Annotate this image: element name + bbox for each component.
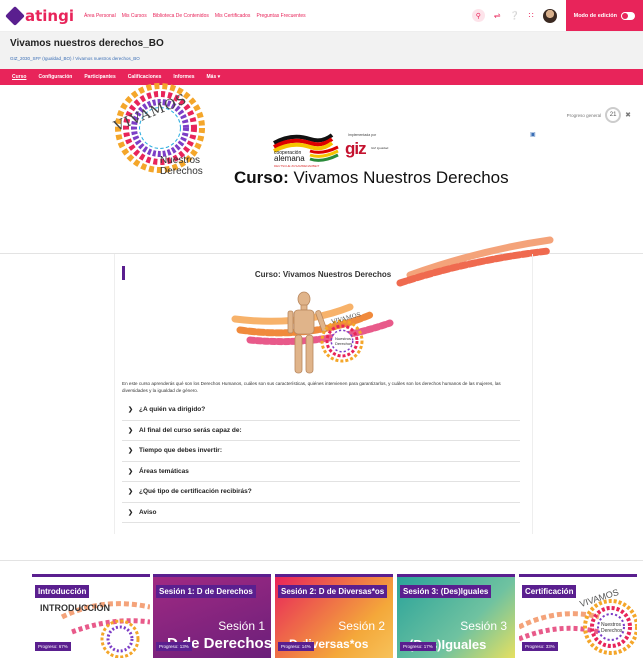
- accordion-item[interactable]: ❯ Aviso: [122, 503, 520, 523]
- card-title: Certificación: [522, 585, 577, 598]
- svg-text:Derechos: Derechos: [335, 341, 352, 346]
- chevron-right-icon: ❯: [128, 489, 134, 496]
- accordion-label: Aviso: [139, 508, 157, 516]
- card-big-text: Sesión 1: [218, 619, 265, 633]
- card-big-text: Sesión 3: [460, 619, 507, 633]
- search-icon[interactable]: ⚲: [471, 9, 485, 22]
- nuestros-derechos-text: Nuestros Derechos: [160, 155, 203, 177]
- derechos-text: Derechos: [160, 166, 203, 177]
- help-icon[interactable]: ❔: [510, 11, 520, 20]
- main-content: Curso: Vivamos Nuestros Derechos VIVAMOS…: [0, 254, 643, 534]
- course-section: Curso: Vivamos Nuestros Derechos VIVAMOS…: [114, 254, 532, 529]
- nav-mis-cursos[interactable]: Mis Cursos: [122, 13, 147, 19]
- nav-area-personal[interactable]: Área Personal: [84, 13, 116, 19]
- card-progress: Progreso: 33%: [522, 642, 558, 651]
- cooperacion-alemana-logo: cooperación alemana DEUTSCHE ZUSAMMENARB…: [274, 150, 319, 169]
- session-cards: INTRODUCCIÓN Introducción Progreso: 67% …: [0, 560, 643, 658]
- accordion-label: ¿A quién va dirigido?: [139, 406, 206, 414]
- accordion-item[interactable]: ❯ Tiempo que debes invertir:: [122, 441, 520, 462]
- nuestros-text: Nuestros: [160, 155, 201, 166]
- course-nav: Curso Configuración Participantes Califi…: [0, 69, 643, 85]
- banner-title-rest: Vivamos Nuestros Derechos: [288, 168, 509, 187]
- tab-curso[interactable]: Curso: [12, 74, 26, 80]
- nav-biblioteca[interactable]: Biblioteca De Contenidos: [153, 13, 209, 19]
- edit-mode-label: Modo de edición: [573, 12, 617, 19]
- accordion-item[interactable]: ❯ Al final del curso serás capaz de:: [122, 421, 520, 441]
- top-bar: atingi Área Personal Mis Cursos Bibliote…: [0, 0, 643, 32]
- accordion-item[interactable]: ❯ ¿A quién va dirigido?: [122, 400, 520, 421]
- section-description: En este curso aprenderás qué son los Der…: [122, 381, 501, 393]
- banner-title: Curso: Vivamos Nuestros Derechos: [234, 168, 509, 188]
- card-introduccion[interactable]: INTRODUCCIÓN Introducción Progreso: 67%: [32, 574, 150, 658]
- tab-configuracion[interactable]: Configuración: [38, 74, 72, 80]
- atingi-logo[interactable]: atingi: [5, 5, 74, 26]
- card-sesion-3[interactable]: Sesión 3 (Des)Iguales Sesión 3: (Des)Igu…: [397, 574, 515, 658]
- chevron-right-icon: ❯: [128, 407, 134, 414]
- apps-icon[interactable]: ∷: [529, 11, 534, 20]
- close-icon[interactable]: ✖: [625, 111, 631, 119]
- accordion-label: ¿Qué tipo de certificación recibirás?: [139, 488, 252, 496]
- card-big-text: INTRODUCCIÓN: [40, 603, 110, 613]
- card-sesion-1[interactable]: Sesión 1 D de Derechos Sesión 1: D de De…: [153, 574, 271, 658]
- accordion-item[interactable]: ❯ Áreas temáticas: [122, 462, 520, 482]
- card-title: Sesión 3: (Des)Iguales: [400, 585, 492, 598]
- card-progress: Progreso: 67%: [35, 642, 71, 651]
- mannequin-illustration: VIVAMOS Nuestros Derechos: [287, 291, 364, 374]
- banner-title-bold: Curso:: [234, 168, 289, 187]
- accordion-item[interactable]: ❯ ¿Qué tipo de certificación recibirás?: [122, 482, 520, 503]
- progress-circle: 21: [605, 107, 622, 123]
- svg-text:Derechos: Derechos: [601, 628, 623, 634]
- svg-text:VIVAMOS: VIVAMOS: [330, 311, 362, 326]
- top-nav: Área Personal Mis Cursos Biblioteca De C…: [84, 13, 306, 19]
- logo-mark-icon: [5, 5, 25, 26]
- coop-line2: alemana: [274, 154, 305, 163]
- topbar-actions: ⚲ ⇌ ❔ ∷ Modo de edición: [471, 0, 643, 31]
- nav-mis-certificados[interactable]: Mis Certificados: [215, 13, 251, 19]
- page-title: Vivamos nuestros derechos_BO: [10, 38, 164, 49]
- section-title: Curso: Vivamos Nuestros Derechos: [254, 270, 392, 279]
- column-divider-right: [532, 254, 533, 534]
- card-certificacion[interactable]: Nuestros Derechos VIVAMOS Certificación …: [519, 574, 637, 658]
- shield-icon: ▣: [530, 132, 536, 138]
- card-sesion-2[interactable]: Sesión 2 D diversas*os Sesión 2: D de Di…: [275, 574, 393, 658]
- accordion-label: Áreas temáticas: [139, 467, 189, 475]
- card-big-text: Sesión 2: [338, 619, 385, 633]
- card-title: Sesión 1: D de Derechos: [156, 585, 256, 598]
- card-title: Introducción: [35, 585, 90, 598]
- giz-logo: giz: [345, 139, 367, 158]
- card-title: Sesión 2: D de Diversas*os: [278, 585, 388, 598]
- toggle-switch-icon[interactable]: [621, 11, 635, 20]
- overall-progress: Progreso general 21 ✖: [567, 107, 631, 123]
- chevron-right-icon: ❯: [128, 468, 134, 475]
- card-progress: Progreso: 13%: [156, 642, 192, 651]
- logo-text: atingi: [25, 6, 74, 25]
- course-header: Vivamos nuestros derechos_BO GIZ_2030_SF…: [0, 32, 643, 69]
- progress-label: Progreso general: [566, 112, 602, 118]
- accent-bar: [122, 266, 125, 280]
- accordion-label: Al final del curso serás capaz de:: [139, 426, 242, 434]
- accordion: ❯ ¿A quién va dirigido? ❯ Al final del cur…: [122, 400, 520, 523]
- giz-tag: GIZ Igualdad: [371, 146, 389, 150]
- avatar[interactable]: [542, 8, 557, 23]
- course-banner: Progreso general 21 ✖ cooperación aleman…: [0, 83, 643, 346]
- chevron-right-icon: ❯: [128, 427, 134, 434]
- chevron-right-icon: ❯: [128, 448, 134, 455]
- implemented-by-text: Implementada por: [348, 133, 377, 137]
- edit-mode-toggle[interactable]: Modo de edición: [565, 0, 643, 31]
- language-icon[interactable]: ⇌: [494, 11, 501, 20]
- chevron-right-icon: ❯: [128, 509, 134, 516]
- nav-preguntas-frecuentes[interactable]: Preguntas Frecuentes: [256, 13, 305, 19]
- card-progress: Progreso: 14%: [278, 642, 314, 651]
- card-progress: Progreso: 17%: [400, 642, 436, 651]
- accordion-label: Tiempo que debes invertir:: [139, 447, 222, 455]
